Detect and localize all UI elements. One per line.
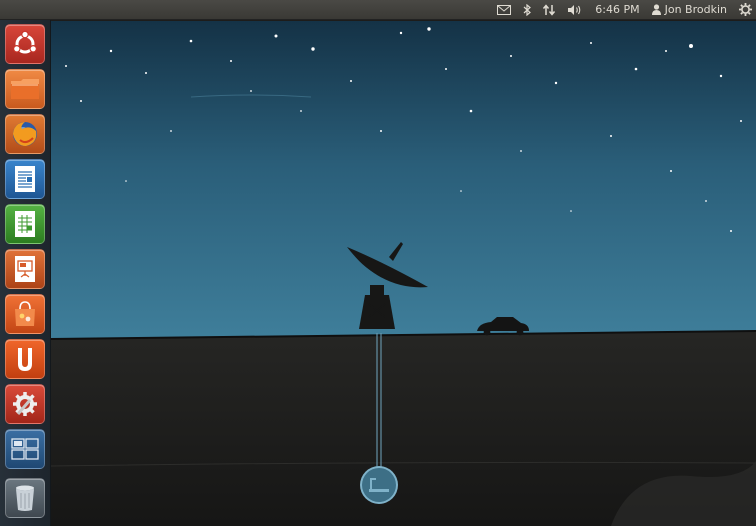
session-gear-icon[interactable] <box>739 0 752 20</box>
libreoffice-writer-button[interactable] <box>5 159 45 199</box>
top-panel: 6:46 PM Jon Brodkin <box>0 0 756 20</box>
launcher <box>0 20 51 526</box>
calc-spreadsheet-icon <box>12 209 38 239</box>
clock-label: 6:46 PM <box>595 3 640 16</box>
night-sky <box>51 21 756 341</box>
software-center-button[interactable] <box>5 294 45 334</box>
firefox-icon <box>10 119 40 149</box>
ubuntu-one-button[interactable] <box>5 339 45 379</box>
writer-document-icon <box>12 164 38 194</box>
mail-icon[interactable] <box>497 0 512 20</box>
volume-icon[interactable] <box>567 0 583 20</box>
workspaces-icon <box>10 437 40 461</box>
trash-button[interactable] <box>5 478 45 518</box>
firefox-button[interactable] <box>5 114 45 154</box>
libreoffice-calc-button[interactable] <box>5 204 45 244</box>
bluetooth-icon[interactable] <box>523 0 532 20</box>
libreoffice-impress-button[interactable] <box>5 249 45 289</box>
clock-indicator[interactable]: 6:46 PM <box>595 0 639 20</box>
settings-wrench-icon <box>10 389 40 419</box>
workspace-switcher-button[interactable] <box>5 429 45 469</box>
ubuntu-one-icon <box>12 344 38 374</box>
user-menu[interactable]: Jon Brodkin <box>651 0 727 20</box>
ubuntu-logo-icon <box>10 29 40 59</box>
system-settings-button[interactable] <box>5 384 45 424</box>
underground-capsule <box>360 466 398 504</box>
dash-home-button[interactable] <box>5 24 45 64</box>
user-icon <box>651 4 661 15</box>
desktop-wallpaper[interactable] <box>51 21 756 526</box>
trash-icon <box>13 483 37 513</box>
user-name-label: Jon Brodkin <box>664 3 727 16</box>
impress-presentation-icon <box>12 254 38 284</box>
files-button[interactable] <box>5 69 45 109</box>
shopping-bag-icon <box>10 299 40 329</box>
network-icon[interactable] <box>543 0 556 20</box>
folder-icon <box>9 76 41 102</box>
